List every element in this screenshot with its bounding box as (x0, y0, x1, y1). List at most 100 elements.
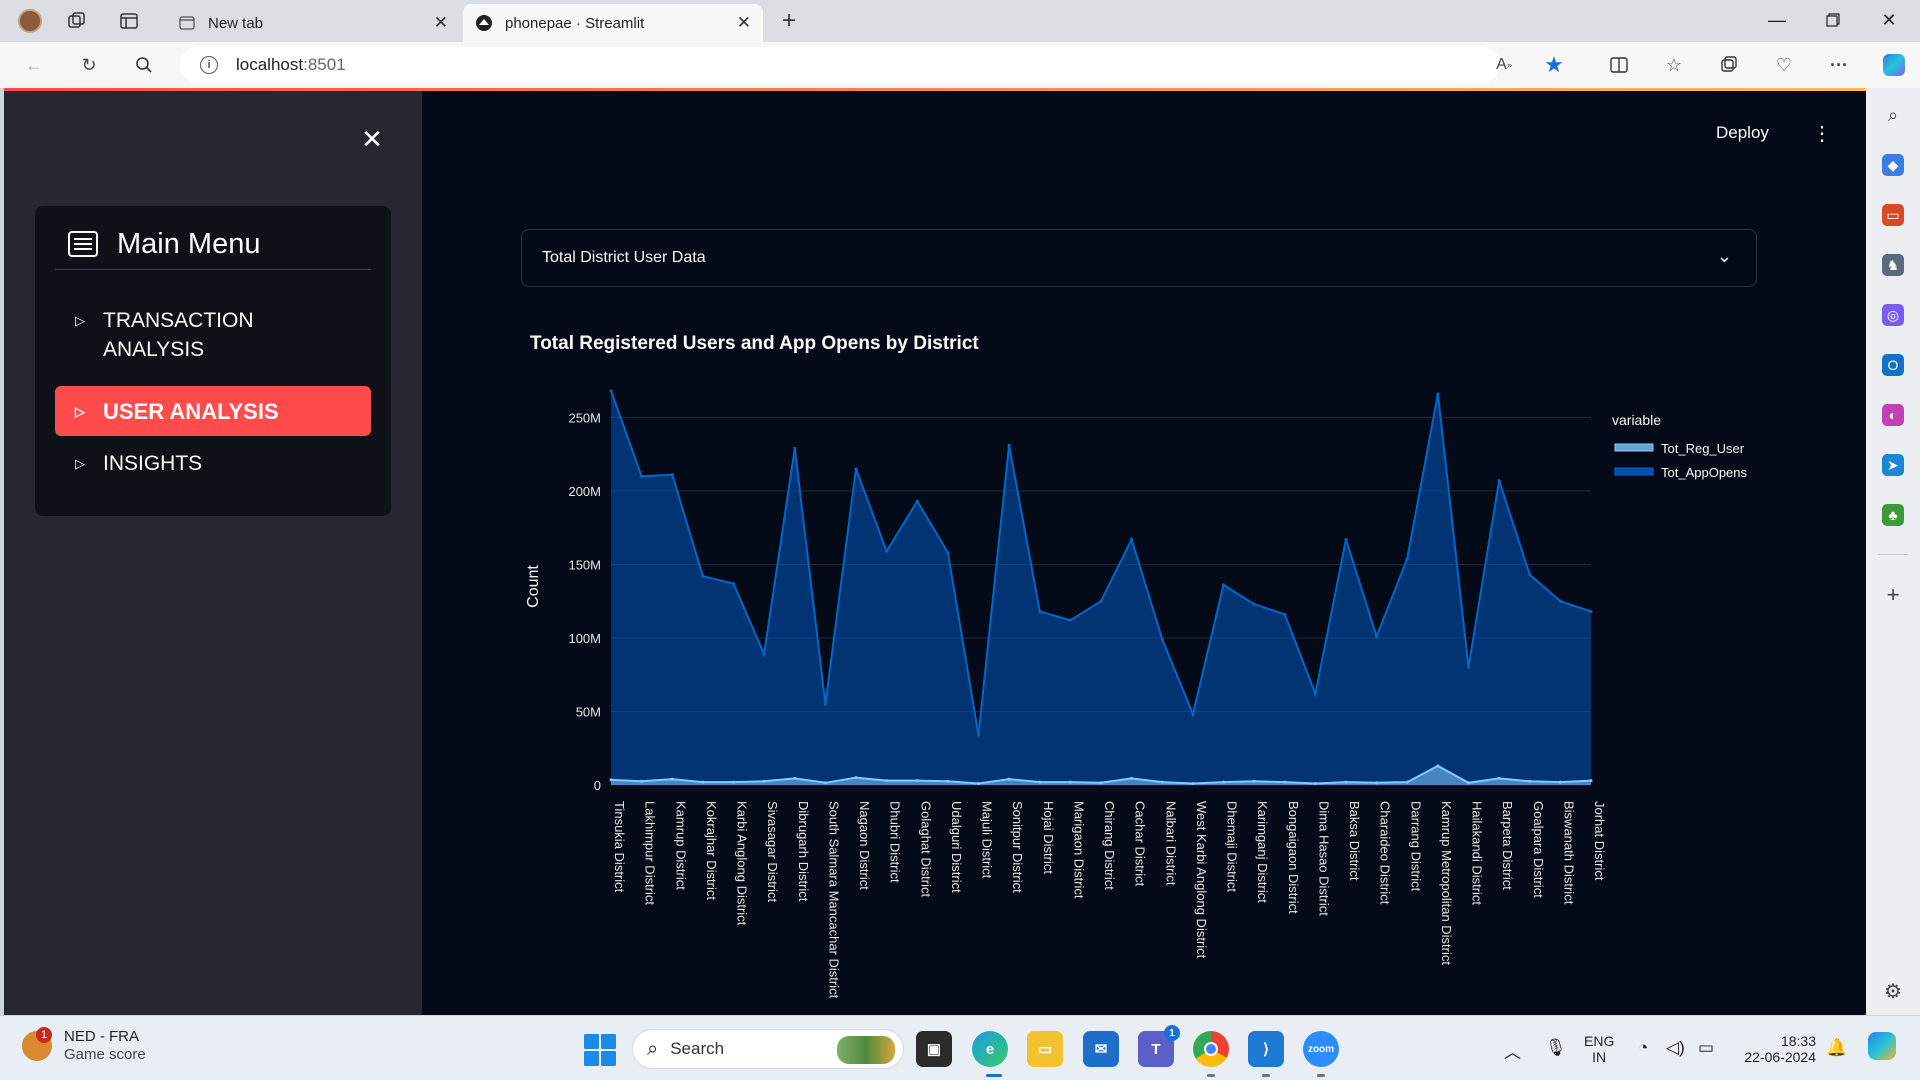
close-window-icon[interactable]: ✕ (1866, 6, 1912, 34)
more-options-icon[interactable]: ··· (1825, 52, 1853, 78)
notification-bell-icon[interactable]: 🔔 (1826, 1038, 1847, 1058)
microphone-icon[interactable]: 🎙 (1545, 1038, 1567, 1058)
kebab-menu-icon[interactable]: ⋮ (1810, 120, 1834, 146)
select-value: Total District User Data (542, 249, 706, 266)
data-point (793, 446, 797, 450)
deploy-button[interactable]: Deploy (1716, 123, 1769, 143)
read-aloud-icon[interactable]: A» (1490, 52, 1518, 78)
data-point (885, 549, 889, 553)
designer-icon[interactable]: ◐ (1882, 404, 1904, 426)
favorites-icon[interactable]: ☆ (1660, 52, 1688, 78)
shopping-tag-icon[interactable]: ◆ (1882, 154, 1904, 176)
teams-icon[interactable]: T 1 (1138, 1025, 1180, 1067)
streamlit-logo-icon (475, 14, 493, 32)
favorite-star-icon[interactable]: ★ (1540, 52, 1568, 78)
menu-title: Main Menu (117, 228, 261, 260)
windows-start-icon[interactable] (584, 1034, 616, 1066)
task-view-icon[interactable]: ▣ (916, 1031, 952, 1067)
search-icon[interactable] (130, 52, 158, 78)
tree-icon[interactable]: ♣ (1882, 504, 1904, 526)
edge-side-panel: ⌕ ◆ ▭ ♞ ◎ O ◐ ➤ ♣ + ⚙ (1866, 88, 1920, 1015)
y-tick-label: 150M (568, 557, 601, 572)
x-tick-label: Biswanath District (1561, 801, 1576, 905)
add-icon[interactable]: + (1882, 582, 1904, 607)
x-tick-label: Karimganj District (1255, 801, 1270, 903)
collections-icon[interactable] (1715, 52, 1743, 78)
menu-item-insights[interactable]: ▷ INSIGHTS (55, 449, 371, 478)
data-point (1467, 665, 1470, 669)
file-explorer-icon[interactable]: ▭ (1027, 1031, 1063, 1067)
widget-title: NED - FRA (64, 1028, 139, 1045)
minimize-window-icon[interactable]: — (1754, 6, 1800, 34)
tab-actions-icon[interactable] (116, 8, 142, 34)
menu-item-label: TRANSACTION ANALYSIS (103, 309, 254, 361)
volume-icon[interactable]: ◁) (1666, 1038, 1685, 1058)
data-point (854, 467, 858, 471)
menu-item-transaction-analysis[interactable]: ▷ TRANSACTION ANALYSIS (55, 306, 371, 364)
edge-browser-icon[interactable]: e (972, 1031, 1008, 1067)
taskbar-search-input[interactable]: ⌕ Search (632, 1029, 904, 1069)
url-field[interactable]: i localhost:8501 (180, 47, 1500, 83)
browser-essentials-icon[interactable]: ♡ (1770, 52, 1798, 78)
data-type-select[interactable]: Total District User Data ⌄ (521, 229, 1757, 287)
data-point (1252, 779, 1256, 783)
legend-swatch (1614, 443, 1654, 452)
send-icon[interactable]: ➤ (1882, 454, 1904, 476)
x-tick-label: Tinsukia District (612, 801, 627, 893)
vscode-icon[interactable]: ⟩ (1248, 1031, 1284, 1067)
copilot-taskbar-icon[interactable] (1868, 1032, 1896, 1060)
x-tick-label: Chirang District (1102, 801, 1117, 890)
notification-badge: 1 (1164, 1025, 1180, 1041)
copilot-icon[interactable] (1880, 52, 1908, 78)
refresh-icon[interactable]: ↻ (75, 52, 103, 78)
restore-window-icon[interactable] (1810, 6, 1856, 34)
close-tab-icon[interactable]: ✕ (737, 13, 751, 33)
streamlit-app: ✕ Main Menu ▷ TRANSACTION ANALYSIS ▷ USE… (4, 88, 1866, 1015)
tab-new-tab[interactable]: New tab ✕ (166, 4, 460, 42)
area-chart[interactable]: Total Registered Users and App Opens by … (514, 333, 1804, 1015)
tab-streamlit[interactable]: phonepae · Streamlit ✕ (463, 4, 763, 42)
menu-item-user-analysis[interactable]: ▷ USER ANALYSIS (55, 386, 371, 436)
weather-widget[interactable]: 1 NED - FRA Game score (22, 1027, 146, 1064)
close-sidebar-icon[interactable]: ✕ (354, 121, 390, 157)
x-tick-label: Majuli District (980, 801, 995, 879)
wifi-icon[interactable]: ◔ (1638, 1038, 1648, 1058)
y-tick-label: 100M (568, 631, 601, 646)
legend-item-label: Tot_AppOpens (1661, 465, 1748, 480)
x-tick-label: Goalpara District (1531, 801, 1546, 898)
new-tab-button[interactable]: + (776, 7, 802, 34)
data-point (946, 551, 950, 555)
browser-address-bar: ← ↻ i localhost:8501 A» ★ ☆ ♡ ··· (0, 42, 1920, 88)
data-point (1099, 599, 1103, 603)
data-point (1160, 780, 1164, 784)
x-tick-label: Udalguri District (949, 801, 964, 893)
sidebar-search-icon[interactable]: ⌕ (1882, 104, 1904, 126)
data-point (915, 779, 919, 783)
mail-icon[interactable]: ✉ (1083, 1031, 1119, 1067)
show-hidden-icons-chevron-icon[interactable]: ︿ (1504, 1038, 1521, 1063)
language-indicator[interactable]: ENG IN (1584, 1033, 1614, 1065)
x-tick-label: Marigaon District (1071, 801, 1086, 899)
chrome-icon[interactable] (1193, 1031, 1229, 1067)
tools-icon[interactable]: ▭ (1882, 204, 1904, 226)
split-screen-icon[interactable] (1605, 52, 1633, 78)
sports-score-icon: 1 (22, 1027, 52, 1061)
data-point (1007, 777, 1011, 781)
back-arrow-icon[interactable]: ← (20, 52, 48, 78)
settings-gear-icon[interactable]: ⚙ (1882, 980, 1904, 1003)
data-point (640, 779, 644, 783)
workspaces-icon[interactable] (64, 8, 90, 34)
x-tick-label: Karbi Anglong District (735, 801, 750, 926)
clock[interactable]: 18:33 22-06-2024 (1742, 1033, 1816, 1065)
games-icon[interactable]: ♞ (1882, 254, 1904, 276)
close-tab-icon[interactable]: ✕ (434, 13, 448, 33)
microsoft-365-icon[interactable]: ◎ (1882, 304, 1904, 326)
menu-item-label: INSIGHTS (103, 452, 203, 475)
outlook-icon[interactable]: O (1882, 354, 1904, 376)
battery-icon[interactable]: ▭ (1698, 1038, 1714, 1058)
profile-avatar[interactable] (17, 8, 43, 34)
data-point (762, 779, 766, 783)
site-info-icon[interactable]: i (200, 56, 218, 74)
data-point (732, 780, 735, 784)
zoom-icon[interactable]: zoom (1303, 1031, 1339, 1067)
